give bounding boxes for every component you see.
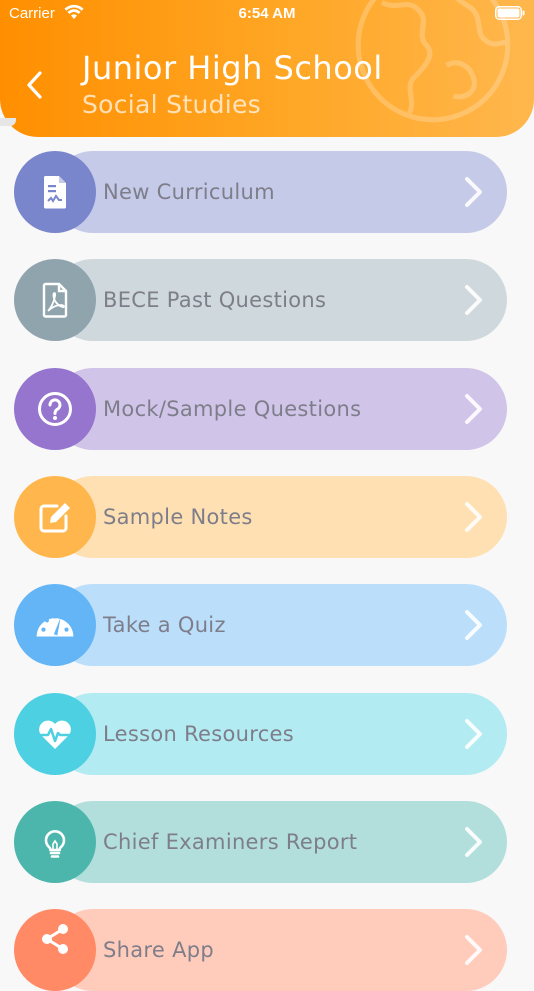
menu-item-mock-sample-questions[interactable]: Mock/Sample Questions <box>14 368 507 450</box>
menu-item-icon-circle <box>14 801 96 883</box>
menu-item-label: Take a Quiz <box>103 613 226 637</box>
menu-item-label: BECE Past Questions <box>103 288 327 312</box>
chevron-right-icon <box>465 719 482 749</box>
pdf-icon <box>42 282 68 318</box>
edit-note-icon <box>39 503 70 533</box>
menu-item-label: Sample Notes <box>103 505 253 529</box>
menu-item-share-app[interactable]: Share App <box>14 909 507 991</box>
divider <box>0 118 16 126</box>
menu-item-icon-circle <box>14 584 96 666</box>
chevron-right-icon <box>465 827 482 857</box>
menu-item-icon-circle <box>14 259 96 341</box>
back-chevron-icon[interactable] <box>22 68 48 102</box>
clock-label: 6:54 AM <box>238 5 296 22</box>
question-icon <box>38 392 72 426</box>
menu-item-label: New Curriculum <box>103 180 275 204</box>
chevron-right-icon <box>465 177 482 207</box>
status-bar: Carrier 6:54 AM <box>0 0 534 28</box>
document-icon <box>44 176 66 209</box>
header-bar: Carrier 6:54 AM Junior High School Socia… <box>0 0 534 137</box>
menu-item-chief-examiners-report[interactable]: Chief Examiners Report <box>14 801 507 883</box>
menu-item-label: Share App <box>103 938 215 962</box>
menu-item-icon-circle <box>14 368 96 450</box>
battery-icon <box>495 6 525 20</box>
chevron-right-icon <box>465 394 482 424</box>
page-title: Junior High School <box>82 49 383 87</box>
chevron-right-icon <box>465 285 482 315</box>
menu-item-take-a-quiz[interactable]: Take a Quiz <box>14 584 507 666</box>
chevron-right-icon <box>465 610 482 640</box>
chevron-right-icon <box>465 502 482 532</box>
page-subtitle: Social Studies <box>82 90 262 119</box>
menu-item-new-curriculum[interactable]: New Curriculum <box>14 151 507 233</box>
menu-item-bece-past-questions[interactable]: BECE Past Questions <box>14 259 507 341</box>
chevron-right-icon <box>465 935 482 965</box>
menu-item-sample-notes[interactable]: Sample Notes <box>14 476 507 558</box>
menu-item-icon-circle <box>14 693 96 775</box>
menu-item-icon-circle <box>14 909 96 991</box>
menu-item-label: Lesson Resources <box>103 722 295 746</box>
menu-item-icon-circle <box>14 476 96 558</box>
menu-item-label: Chief Examiners Report <box>103 830 358 854</box>
speedometer-icon <box>36 614 74 637</box>
menu-item-label: Mock/Sample Questions <box>103 397 362 421</box>
share-icon <box>42 924 68 954</box>
lightbulb-icon <box>44 830 66 858</box>
menu-item-icon-circle <box>14 151 96 233</box>
heartbeat-icon <box>38 720 72 749</box>
menu-item-lesson-resources[interactable]: Lesson Resources <box>14 693 507 775</box>
